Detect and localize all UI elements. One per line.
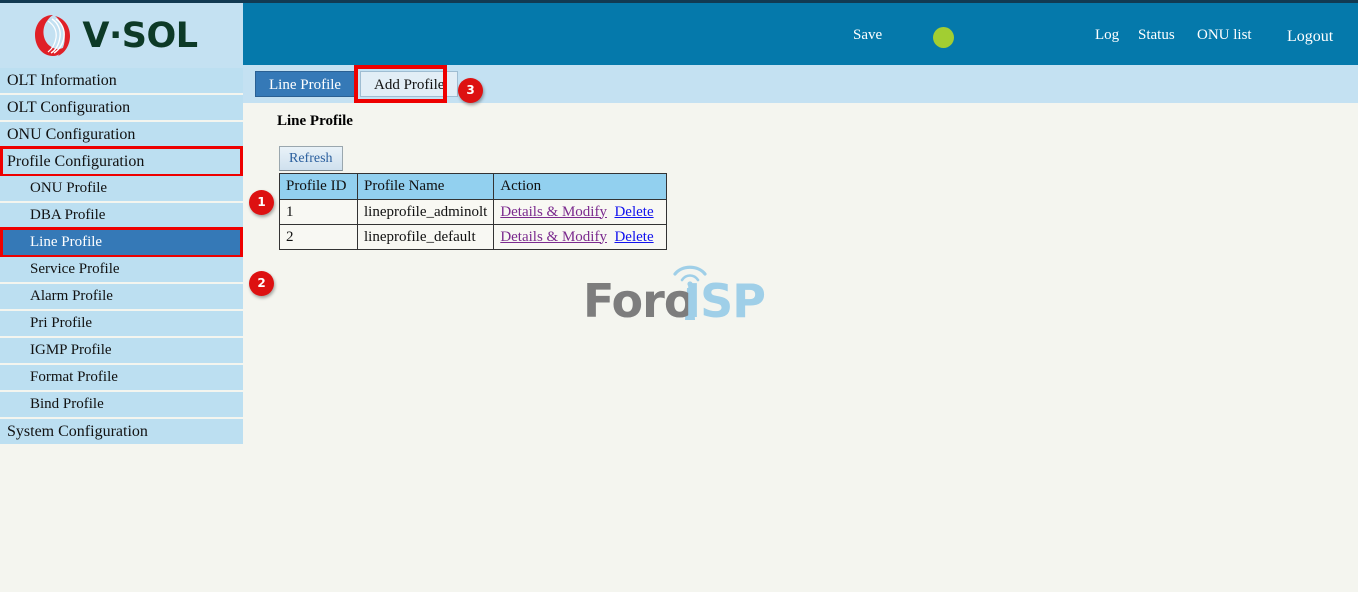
sidebar-item-system-configuration[interactable]: System Configuration (0, 419, 243, 444)
details-and-modify-link[interactable]: Details & Modify (500, 229, 607, 245)
cell-profile-name: lineprofile_adminolt (358, 200, 494, 225)
sidebar-item-label: Profile Configuration (7, 153, 144, 170)
vsol-swirl-icon (33, 13, 75, 58)
delete-link[interactable]: Delete (614, 204, 653, 220)
sidebar-item-label: OLT Information (7, 72, 117, 89)
cell-action: Details & Modify Delete (494, 225, 667, 250)
sidebar-item-label: Bind Profile (30, 396, 104, 412)
sidebar-item-label: DBA Profile (30, 207, 105, 223)
table-header-row: Profile ID Profile Name Action (280, 174, 667, 200)
sidebar-item-alarm-profile[interactable]: Alarm Profile (0, 284, 243, 309)
annotation-badge-1: 1 (249, 190, 274, 215)
sidebar-item-label: OLT Configuration (7, 99, 130, 116)
sidebar-item-onu-configuration[interactable]: ONU Configuration (0, 122, 243, 147)
sidebar-item-label: Pri Profile (30, 315, 92, 331)
sidebar-item-olt-configuration[interactable]: OLT Configuration (0, 95, 243, 120)
cell-profile-id: 1 (280, 200, 358, 225)
cell-action: Details & Modify Delete (494, 200, 667, 225)
sidebar-item-label: Alarm Profile (30, 288, 113, 304)
sidebar-item-igmp-profile[interactable]: IGMP Profile (0, 338, 243, 363)
sidebar-item-label: Format Profile (30, 369, 118, 385)
sidebar-item-label: System Configuration (7, 423, 148, 440)
onu-list-link[interactable]: ONU list (1197, 27, 1252, 44)
sidebar-item-format-profile[interactable]: Format Profile (0, 365, 243, 390)
save-button[interactable]: Save (853, 27, 882, 44)
table-row: 1 lineprofile_adminolt Details & Modify … (280, 200, 667, 225)
column-header-action: Action (494, 174, 667, 200)
brand-logo[interactable]: V·SOL (0, 3, 243, 68)
sidebar-item-pri-profile[interactable]: Pri Profile (0, 311, 243, 336)
main-content: Line Profile Refresh Profile ID Profile … (243, 103, 1358, 592)
watermark-text-foro: Foro (583, 274, 694, 328)
cell-profile-id: 2 (280, 225, 358, 250)
sidebar-item-onu-profile[interactable]: ONU Profile (0, 176, 243, 201)
sidebar-item-label: ONU Configuration (7, 126, 135, 143)
table-row: 2 lineprofile_default Details & Modify D… (280, 225, 667, 250)
page-title: Line Profile (277, 113, 353, 130)
annotation-badge-3: 3 (458, 78, 483, 103)
top-bar: V·SOL Save Log Status ONU list Logout (0, 0, 1358, 68)
sidebar-item-dba-profile[interactable]: DBA Profile (0, 203, 243, 228)
tab-line-profile[interactable]: Line Profile (255, 71, 355, 97)
delete-link[interactable]: Delete (614, 229, 653, 245)
logout-link[interactable]: Logout (1287, 28, 1333, 46)
sidebar-nav: OLT Information OLT Configuration ONU Co… (0, 68, 243, 592)
status-link[interactable]: Status (1138, 27, 1175, 44)
sidebar-item-label: Service Profile (30, 261, 120, 277)
line-profile-table: Profile ID Profile Name Action 1 linepro… (279, 173, 667, 250)
sidebar-item-olt-information[interactable]: OLT Information (0, 68, 243, 93)
details-and-modify-link[interactable]: Details & Modify (500, 204, 607, 220)
sidebar-item-service-profile[interactable]: Service Profile (0, 257, 243, 282)
header-blue-bar: Save Log Status ONU list Logout (243, 3, 1358, 68)
column-header-profile-name: Profile Name (358, 174, 494, 200)
log-link[interactable]: Log (1095, 27, 1119, 44)
green-status-led (933, 27, 954, 48)
sidebar-item-profile-configuration[interactable]: Profile Configuration (0, 149, 243, 174)
tab-strip: Line Profile Add Profile (243, 65, 1358, 103)
brand-logo-text: V·SOL (82, 16, 197, 56)
cell-profile-name: lineprofile_default (358, 225, 494, 250)
antenna-icon (583, 258, 783, 328)
tab-add-profile[interactable]: Add Profile (360, 71, 458, 97)
column-header-profile-id: Profile ID (280, 174, 358, 200)
sidebar-item-line-profile[interactable]: Line Profile (0, 230, 243, 255)
sidebar-item-label: ONU Profile (30, 180, 107, 196)
sidebar-item-label: IGMP Profile (30, 342, 112, 358)
refresh-button[interactable]: Refresh (279, 146, 343, 171)
sidebar-item-label: Line Profile (30, 234, 102, 250)
sidebar-item-bind-profile[interactable]: Bind Profile (0, 392, 243, 417)
foroisp-watermark: Foro ISP (583, 258, 783, 328)
annotation-badge-2: 2 (249, 271, 274, 296)
watermark-text-isp: ISP (684, 274, 765, 328)
